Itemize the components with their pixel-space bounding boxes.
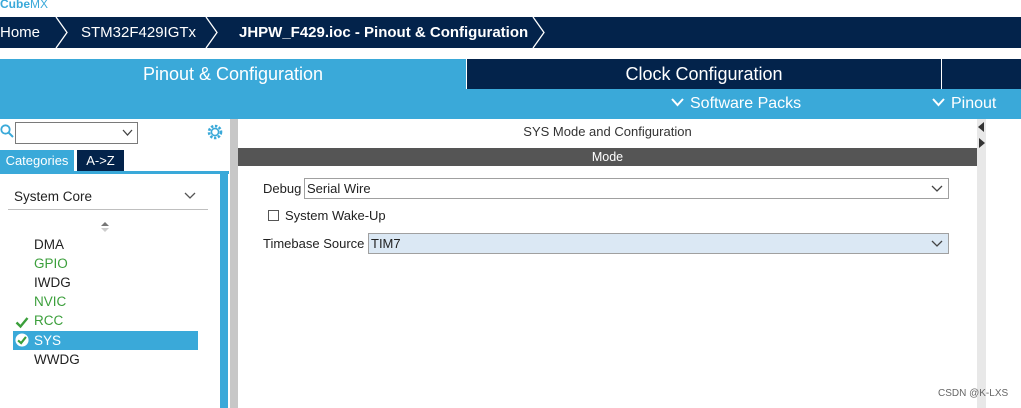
breadcrumb-separator-icon [55,17,68,48]
search-icon[interactable] [0,124,14,138]
expand-arrow-icon[interactable] [977,137,986,149]
breadcrumb-mcu[interactable]: STM32F429IGTx [81,17,196,48]
search-input[interactable] [16,123,116,143]
chevron-down-icon[interactable] [931,185,943,193]
checkmark-icon [15,317,29,329]
pinout-menu[interactable]: Pinout [932,89,996,119]
sub-toolbar: Software Packs Pinout [0,89,1021,119]
chevron-down-icon [932,98,945,107]
chevron-down-icon [671,98,684,107]
debug-label: Debug [263,181,302,196]
software-packs-menu[interactable]: Software Packs [671,89,801,119]
stm32cubemx-window: CubeMX Home STM32F429IGTx JHPW_F429.ioc … [0,0,1021,408]
sort-icon[interactable] [100,221,110,233]
software-packs-label: Software Packs [690,95,802,112]
tab-overflow[interactable] [942,59,1021,89]
group-system-core[interactable]: System Core [14,189,204,209]
collapse-arrow-icon[interactable] [977,121,986,133]
chevron-down-icon[interactable] [184,192,196,200]
system-wakeup-label: System Wake-Up [285,208,386,223]
tab-a-to-z[interactable]: A->Z [77,150,124,171]
tab-clock-configuration[interactable]: Clock Configuration [467,59,941,89]
tab-categories[interactable]: Categories [0,150,74,171]
logo-bold-text: Cube [0,0,30,11]
panel-border [220,174,228,408]
list-item-rcc[interactable]: RCC [34,311,63,330]
timebase-source-label: Timebase Source [263,236,365,251]
list-item-wwdg[interactable]: WWDG [34,350,80,369]
divider [8,209,208,210]
timebase-source-select[interactable]: TIM7 [368,233,949,254]
breadcrumb-project[interactable]: JHPW_F429.ioc - Pinout & Configuration [239,17,528,48]
search-combobox[interactable] [15,122,138,144]
breadcrumb: Home STM32F429IGTx JHPW_F429.ioc - Pinou… [0,17,1021,48]
cubemx-logo: CubeMX [0,0,48,11]
main-tabs: Pinout & Configuration Clock Configurati… [0,59,1021,89]
debug-value: Serial Wire [307,181,371,196]
breadcrumb-separator-icon [532,17,545,48]
collapse-strip[interactable] [977,119,986,408]
tab-underline [0,171,229,174]
panel-splitter[interactable] [230,119,238,408]
watermark: CSDN @K-LXS [938,388,1009,399]
logo-thin-text: MX [30,0,48,11]
mode-section-header[interactable]: Mode [238,148,977,166]
panel-title: SYS Mode and Configuration [523,124,692,139]
debug-select[interactable]: Serial Wire [304,178,949,199]
list-item-iwdg[interactable]: IWDG [34,273,71,292]
check-circle-icon [15,333,29,347]
timebase-source-value: TIM7 [371,236,401,251]
categories-panel: Categories A->Z System Core DMA GPIO IWD… [0,119,230,408]
list-item-gpio[interactable]: GPIO [34,254,68,273]
list-item-sys[interactable]: SYS [34,331,61,350]
breadcrumb-home[interactable]: Home [0,17,40,48]
chevron-down-icon[interactable] [122,129,133,136]
list-item-nvic[interactable]: NVIC [34,292,66,311]
system-wakeup-checkbox[interactable] [268,210,279,221]
pinout-label: Pinout [951,95,997,112]
breadcrumb-separator-icon [205,17,218,48]
gear-icon[interactable] [206,123,224,141]
tab-pinout-configuration[interactable]: Pinout & Configuration [0,59,466,89]
chevron-down-icon[interactable] [931,240,943,248]
list-item-dma[interactable]: DMA [34,235,64,254]
